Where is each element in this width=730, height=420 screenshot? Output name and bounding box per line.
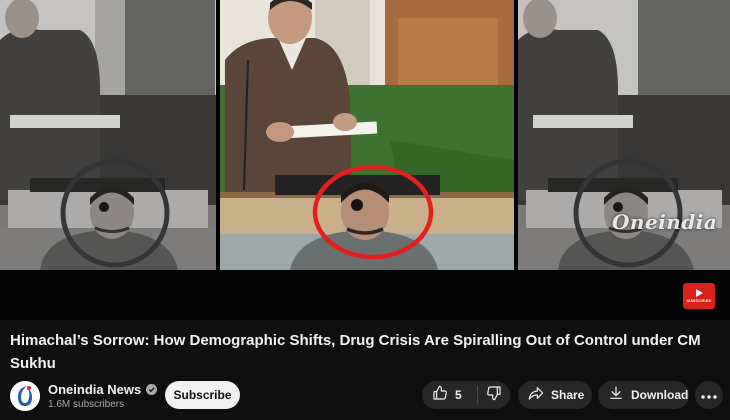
dislike-icon <box>486 385 502 406</box>
dislike-button[interactable] <box>478 381 510 409</box>
download-button[interactable]: Download <box>598 381 689 409</box>
channel-watermark: Oneindia <box>612 210 718 234</box>
share-icon <box>528 385 544 406</box>
like-count: 5 <box>455 388 462 402</box>
subscribe-logo-icon[interactable]: SUBSCRIBE <box>683 283 715 309</box>
video-frame-center <box>220 0 514 270</box>
share-button[interactable]: Share <box>518 381 592 409</box>
verified-icon <box>146 384 158 395</box>
more-actions-button[interactable] <box>695 381 723 409</box>
more-icon <box>701 386 717 404</box>
subscriber-count: 1.6M subscribers <box>48 399 125 410</box>
video-bottom-letterbox <box>0 270 730 320</box>
channel-avatar[interactable] <box>10 381 40 411</box>
video-title: Himachal’s Sorrow: How Demographic Shift… <box>10 332 701 372</box>
like-icon <box>432 385 448 406</box>
channel-name-label[interactable]: Oneindia News <box>48 382 141 397</box>
download-icon <box>608 385 624 406</box>
video-frame-left <box>0 0 216 270</box>
subscribe-button[interactable]: Subscribe <box>165 381 240 409</box>
video-player[interactable]: Oneindia SUBSCRIBE <box>0 0 730 320</box>
channel-name[interactable]: Oneindia News <box>48 382 158 397</box>
share-label: Share <box>551 388 585 402</box>
like-button[interactable]: 5 <box>422 381 477 409</box>
like-dislike-group: 5 <box>422 381 510 409</box>
download-label: Download <box>631 388 689 402</box>
